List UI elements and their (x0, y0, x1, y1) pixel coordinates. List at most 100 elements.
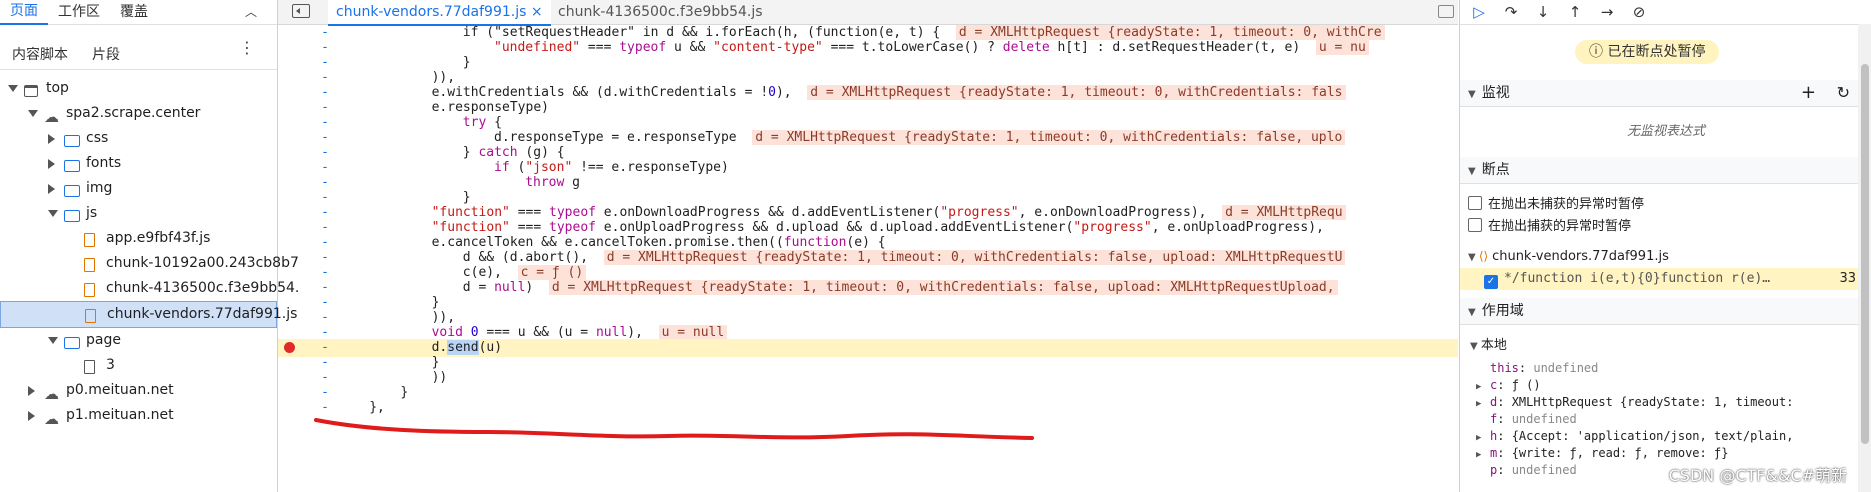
tree-item[interactable]: page (0, 328, 277, 353)
expand-arrow-icon: ▼ (1470, 341, 1481, 352)
expand-arrow-icon: ▼ (1468, 166, 1476, 177)
scrollbar[interactable] (1858, 24, 1871, 492)
variable-value: undefined (1511, 412, 1577, 426)
tree-item[interactable]: chunk-vendors.77daf991.js (0, 301, 297, 328)
tree-item[interactable]: fonts (0, 151, 277, 176)
expanded-arrow-icon[interactable] (28, 110, 38, 117)
paused-banner: ⓘ 已在断点处暂停 (1575, 40, 1720, 64)
collapsed-arrow-icon[interactable] (48, 134, 55, 144)
variable-name: h (1490, 429, 1498, 443)
collapsed-arrow-icon[interactable] (48, 159, 55, 169)
tree-item[interactable]: ☁ p1.meituan.net (0, 403, 277, 428)
close-tab-icon[interactable]: × (531, 4, 543, 20)
file-tree: top ☁ spa2.scrape.center css fonts img js app.e… (0, 76, 299, 428)
resume-icon[interactable]: ▷ (1470, 3, 1488, 21)
tree-item-label: chunk-vendors.77daf991.js (107, 306, 298, 322)
expanded-arrow-icon[interactable] (8, 85, 18, 92)
variable-name: m (1490, 446, 1498, 460)
expand-arrow-icon: ▼ (1468, 307, 1476, 318)
more-options-icon[interactable]: ⋮ (239, 38, 255, 57)
pause-caught-row[interactable]: 在抛出捕获的异常时暂停 (1460, 217, 1871, 237)
tree-item[interactable]: js (0, 201, 277, 226)
debugger-toolbar: ▷ ↷ ↓ ↑ → ⊘ (1460, 0, 1871, 25)
tree-item[interactable]: ☁ spa2.scrape.center (0, 101, 277, 126)
scrollbar-thumb[interactable] (1861, 64, 1869, 444)
step-out-icon[interactable]: ↑ (1566, 3, 1584, 21)
step-over-icon[interactable]: ↷ (1502, 3, 1520, 21)
expanded-arrow-icon[interactable] (48, 337, 58, 344)
tab-overrides[interactable]: 覆盖 (110, 0, 158, 24)
tree-item-label: fonts (86, 155, 122, 171)
tree-item[interactable]: app.e9fbf43f.js (0, 226, 277, 251)
scope-section-header[interactable]: ▼ 作用域 (1460, 298, 1871, 325)
collapsed-arrow-icon[interactable] (48, 184, 55, 194)
toggle-debugger-icon[interactable] (1438, 5, 1454, 18)
step-icon[interactable]: → (1598, 3, 1616, 21)
breakpoint-entry[interactable]: ✓ */function i(e,t){0}function r(e)… 33 (1460, 268, 1871, 290)
step-into-icon[interactable]: ↓ (1534, 3, 1552, 21)
watch-empty-message: 无监视表达式 (1626, 124, 1705, 139)
variable-value: ƒ () (1511, 378, 1541, 392)
tree-item[interactable]: css (0, 126, 277, 151)
variable-value: {Accept: 'application/json, text/plain, (1511, 429, 1794, 443)
local-scope-row[interactable]: ▼ 本地 (1460, 336, 1871, 356)
navigator-subtabs: 内容脚本 片段 (0, 39, 277, 70)
tree-item-label: chunk-10192a00.243cb8b7 (106, 255, 299, 271)
variable-name: c (1490, 378, 1498, 392)
tree-item-label: top (46, 80, 69, 96)
tree-item-label: app.e9fbf43f.js (106, 230, 211, 246)
expand-arrow-icon: ▼ (1468, 252, 1479, 263)
red-annotation-stroke (314, 418, 1034, 440)
tab-workspace[interactable]: 工作区 (48, 0, 110, 24)
js-file-icon: ⟨⟩ (1478, 249, 1493, 263)
refresh-icon[interactable]: ↻ (1837, 80, 1850, 106)
collapse-icon[interactable]: ︿ (245, 3, 259, 19)
variable-value: undefined (1511, 463, 1577, 477)
tree-item-label: img (86, 180, 113, 196)
editor-tabs: chunk-vendors.77daf991.js × chunk-413650… (278, 0, 1458, 26)
tree-item-label: css (86, 130, 109, 146)
collapsed-arrow-icon[interactable] (28, 411, 35, 421)
tree-item-label: page (86, 332, 121, 348)
sources-navigator: 页面 工作区 覆盖 ︿ 内容脚本 片段 ⋮ top ☁ spa2.scrape.ce… (0, 0, 299, 492)
deactivate-breakpoints-icon[interactable]: ⊘ (1630, 3, 1648, 21)
expand-arrow-icon: ▼ (1468, 89, 1476, 100)
navigator-tabs: 页面 工作区 覆盖 (0, 0, 277, 25)
pause-uncaught-row[interactable]: 在抛出未捕获的异常时暂停 (1460, 195, 1871, 215)
tab-snippets[interactable]: 片段 (80, 44, 132, 64)
tree-item[interactable]: chunk-10192a00.243cb8b7 (0, 251, 299, 276)
expanded-arrow-icon[interactable] (48, 210, 58, 217)
cloud-icon: ☁ (44, 410, 59, 428)
breakpoints-section-header[interactable]: ▼ 断点 (1460, 157, 1871, 184)
checkbox[interactable] (1468, 218, 1482, 232)
variable-name: f (1490, 412, 1498, 426)
code-editor: chunk-vendors.77daf991.js × chunk-413650… (278, 0, 1458, 492)
tab-content-scripts[interactable]: 内容脚本 (0, 44, 80, 64)
add-watch-icon[interactable]: + (1801, 80, 1816, 106)
tree-item[interactable]: ☁ p0.meituan.net (0, 378, 277, 403)
checkbox[interactable] (1468, 196, 1482, 210)
watch-section-header[interactable]: ▼ 监视 + ↻ (1460, 80, 1871, 107)
tab-chunk-4136500c[interactable]: chunk-4136500c.f3e9bb54.js (550, 0, 771, 24)
tab-page[interactable]: 页面 (0, 0, 48, 25)
info-icon: ⓘ (1589, 44, 1608, 60)
tree-item[interactable]: 3 (0, 353, 277, 378)
tree-item-label: js (86, 205, 98, 221)
tree-item-label: p0.meituan.net (66, 382, 174, 398)
tree-item[interactable]: img (0, 176, 277, 201)
breakpoint-marker-icon[interactable] (284, 342, 295, 353)
variable-name: p (1490, 463, 1498, 477)
tree-item[interactable]: chunk-4136500c.f3e9bb54. (0, 276, 299, 301)
tab-chunk-vendors[interactable]: chunk-vendors.77daf991.js × (328, 0, 551, 26)
collapsed-arrow-icon[interactable] (28, 386, 35, 396)
tree-item-label: spa2.scrape.center (66, 105, 201, 121)
toggle-navigator-icon[interactable] (292, 4, 310, 18)
variable-value: XMLHttpRequest {readyState: 1, timeout: (1511, 395, 1794, 409)
breakpoint-file-row[interactable]: ▼ ⟨⟩ chunk-vendors.77daf991.js (1460, 246, 1871, 266)
tree-item-label: 3 (106, 357, 115, 373)
checkbox-checked[interactable]: ✓ (1484, 275, 1498, 289)
variable-name: d (1490, 395, 1498, 409)
watermark: CSDN @CTF&&C#萌新 (1668, 466, 1847, 485)
tree-item[interactable]: top (0, 76, 277, 101)
tree-item-label: p1.meituan.net (66, 407, 174, 423)
